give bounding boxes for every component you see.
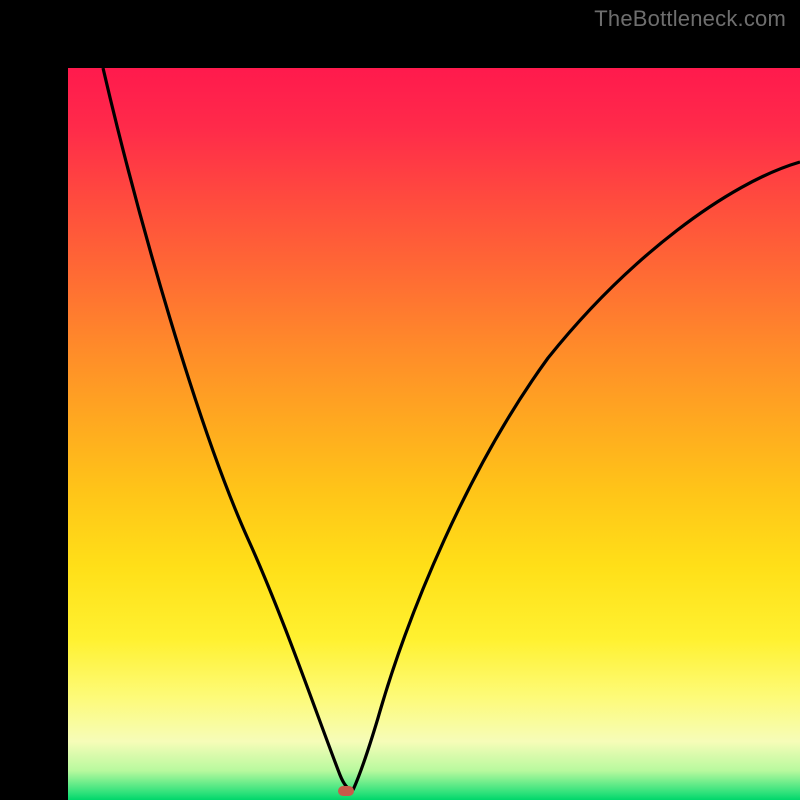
chart-frame xyxy=(0,0,800,800)
plot-area xyxy=(68,68,800,800)
curve-left-branch xyxy=(103,68,353,790)
optimum-marker xyxy=(338,786,354,796)
curve-right-branch xyxy=(353,162,800,790)
watermark-text: TheBottleneck.com xyxy=(594,6,786,32)
bottleneck-curve xyxy=(68,68,800,800)
